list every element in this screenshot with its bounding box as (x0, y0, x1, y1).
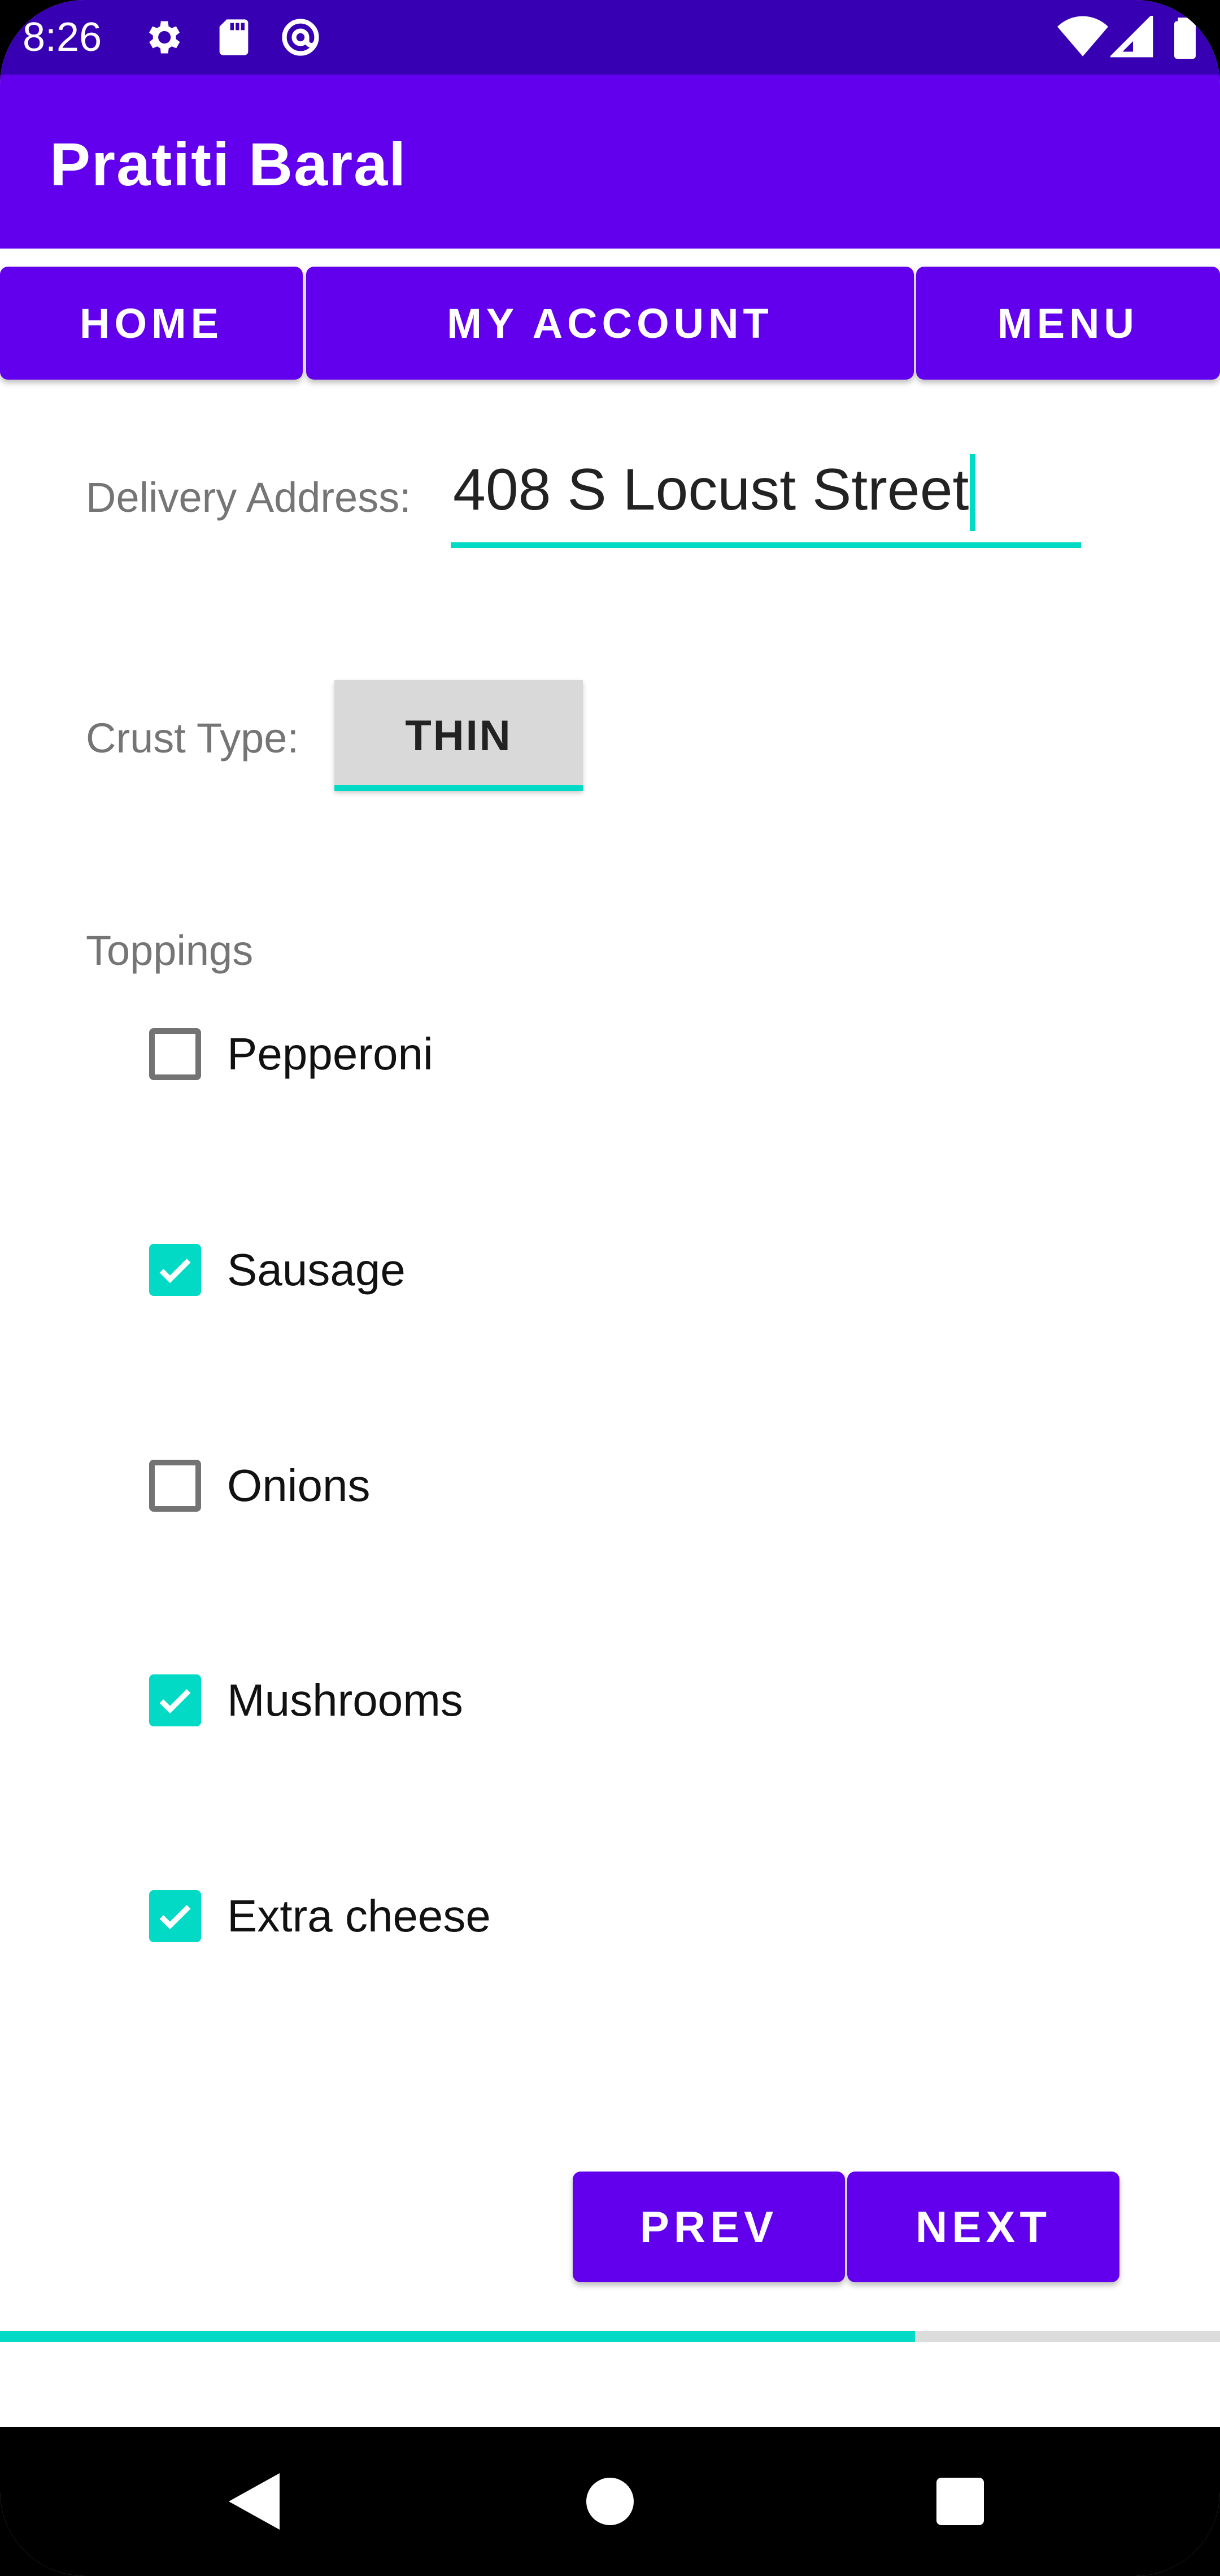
delivery-address-value: 408 S Locust Street (453, 457, 969, 523)
crust-type-underline (334, 785, 583, 791)
home-button[interactable]: HOME (0, 267, 303, 380)
topping-pepperoni[interactable]: Pepperoni (149, 1020, 433, 1088)
app-title: Pratiti Baral (50, 130, 407, 198)
topping-mushrooms[interactable]: Mushrooms (149, 1666, 463, 1734)
home-circle-icon[interactable] (576, 2468, 644, 2535)
status-bar: 8:26 (0, 0, 1220, 75)
crust-type-button[interactable]: THIN (334, 680, 583, 791)
check-icon (159, 1689, 191, 1714)
check-icon (159, 1259, 191, 1283)
topping-label: Sausage (227, 1245, 406, 1295)
delivery-address-field[interactable]: 408 S Locust Street (451, 446, 1081, 548)
next-button[interactable]: NEXT (847, 2172, 1119, 2282)
checkbox-pepperoni[interactable] (149, 1028, 201, 1080)
topping-label: Pepperoni (227, 1029, 433, 1079)
topping-label: Extra cheese (227, 1891, 491, 1941)
my-account-button[interactable]: MY ACCOUNT (306, 267, 914, 380)
cell-signal-icon (1110, 16, 1153, 58)
recents-square-icon[interactable] (926, 2468, 994, 2535)
text-cursor (970, 454, 975, 531)
topping-extra-cheese[interactable]: Extra cheese (149, 1882, 491, 1950)
topping-onions[interactable]: Onions (149, 1452, 370, 1520)
wifi-icon (1057, 16, 1108, 56)
checkbox-onions[interactable] (149, 1460, 201, 1512)
topping-sausage[interactable]: Sausage (149, 1236, 406, 1304)
topping-label: Mushrooms (227, 1675, 463, 1725)
progress-bar-fill (0, 2331, 915, 2342)
checkbox-sausage[interactable] (149, 1244, 201, 1296)
sd-card-icon (219, 19, 249, 55)
system-navigation-bar (0, 2427, 1220, 2576)
status-time: 8:26 (23, 15, 102, 60)
crust-type-label: Crust Type: (86, 715, 299, 762)
topping-label: Onions (227, 1460, 371, 1511)
checkbox-extra-cheese[interactable] (149, 1890, 201, 1942)
prev-button[interactable]: PREV (573, 2172, 845, 2282)
menu-button[interactable]: MENU (916, 267, 1220, 380)
gear-icon (149, 21, 180, 54)
battery-icon (1174, 18, 1196, 59)
phone-screen: 8:26 Pratiti Baral HOME MY ACCOUNT MENU (0, 0, 1220, 2576)
back-icon[interactable] (220, 2468, 288, 2535)
app-bar: Pratiti Baral (0, 75, 1220, 249)
at-sign-icon (282, 19, 319, 56)
delivery-address-label: Delivery Address: (86, 474, 411, 521)
progress-bar (0, 2331, 1220, 2342)
check-icon (159, 1905, 191, 1930)
checkbox-mushrooms[interactable] (149, 1674, 201, 1726)
toppings-label: Toppings (86, 927, 254, 974)
